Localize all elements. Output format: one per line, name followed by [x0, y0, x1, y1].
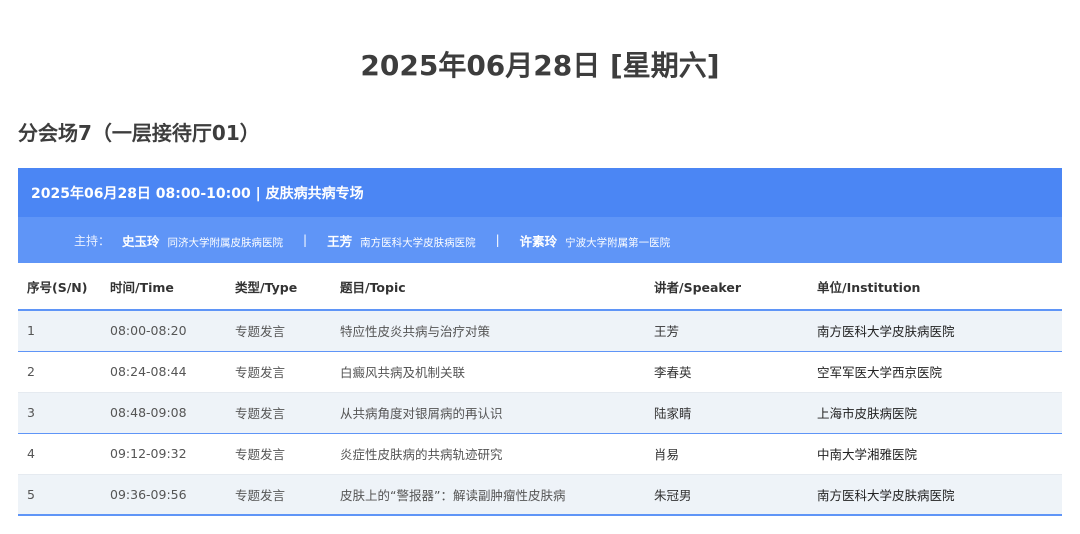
chair-institution: 同济大学附属皮肤病医院	[167, 236, 284, 249]
chairs-bar: 主持： 史玉玲 同济大学附属皮肤病医院 | 王芳 南方医科大学皮肤病医院 | 许…	[18, 217, 1062, 263]
cell-time: 09:36-09:56	[101, 474, 226, 515]
cell-sn: 5	[18, 474, 101, 515]
table-row: 5 09:36-09:56 专题发言 皮肤上的“警报器”：解读副肿瘤性皮肤病 朱…	[18, 474, 1062, 515]
header-sn: 序号(S/N)	[18, 263, 101, 311]
cell-speaker: 朱冠男	[645, 474, 808, 515]
cell-institution: 南方医科大学皮肤病医院	[808, 474, 1062, 515]
chair-1: 史玉玲 同济大学附属皮肤病医院	[122, 231, 283, 250]
cell-institution: 中南大学湘雅医院	[817, 447, 918, 462]
cell-sn: 3	[18, 392, 101, 433]
cell-time: 08:48-09:08	[101, 392, 226, 433]
chair-name: 王芳	[327, 233, 353, 249]
cell-speaker: 李春英	[654, 365, 692, 380]
cell-time: 08:00-08:20	[101, 310, 226, 351]
cell-institution: 南方医科大学皮肤病医院	[808, 310, 1062, 351]
table-header-row: 序号(S/N) 时间/Time 类型/Type 题目/Topic 讲者/Spea…	[18, 263, 1062, 311]
cell-type: 专题发言	[226, 392, 331, 433]
table-row: 1 08:00-08:20 专题发言 特应性皮炎共病与治疗对策 王芳 南方医科大…	[18, 310, 1062, 351]
cell-speaker: 王芳	[645, 310, 808, 351]
cell-type: 专题发言	[226, 310, 331, 351]
chair-separator: |	[303, 233, 308, 247]
chair-3: 许素玲 宁波大学附属第一医院	[520, 231, 671, 250]
session-header: 2025年06月28日 08:00-10:00 | 皮肤病共病专场	[18, 168, 1062, 217]
table-row: 4 09:12-09:32 专题发言 炎症性皮肤病的共病轨迹研究 肖易 中南大学…	[18, 433, 1062, 474]
header-time: 时间/Time	[101, 263, 226, 311]
chair-label: 主持：	[74, 233, 111, 248]
chair-institution: 宁波大学附属第一医院	[565, 236, 671, 249]
header-speaker: 讲者/Speaker	[645, 263, 808, 311]
cell-sn: 1	[18, 310, 101, 351]
cell-topic: 皮肤上的“警报器”：解读副肿瘤性皮肤病	[331, 474, 645, 515]
table-row: 2 08:24-08:44 专题发言 白癜风共病及机制关联 李春英 空军军医大学…	[18, 351, 1062, 392]
cell-type: 专题发言	[235, 447, 286, 462]
header-topic: 题目/Topic	[331, 263, 645, 311]
chair-institution: 南方医科大学皮肤病医院	[360, 236, 476, 249]
schedule-table: 序号(S/N) 时间/Time 类型/Type 题目/Topic 讲者/Spea…	[18, 263, 1062, 516]
cell-topic: 白癜风共病及机制关联	[340, 365, 466, 380]
date-title: 2025年06月28日 [星期六]	[360, 49, 720, 82]
chair-separator: |	[495, 233, 500, 247]
chair-name: 许素玲	[519, 233, 558, 249]
cell-time: 09:12-09:32	[110, 446, 187, 461]
session-block: 2025年06月28日 08:00-10:00 | 皮肤病共病专场 主持： 史玉…	[18, 168, 1062, 516]
cell-type: 专题发言	[235, 365, 286, 380]
venue-title: 分会场7（一层接待厅01）	[18, 121, 260, 145]
header-institution: 单位/Institution	[808, 263, 1062, 311]
cell-type: 专题发言	[226, 474, 331, 515]
cell-topic: 特应性皮炎共病与治疗对策	[331, 310, 645, 351]
chair-name: 史玉玲	[122, 233, 160, 249]
cell-speaker: 肖易	[654, 447, 680, 462]
cell-sn: 2	[27, 364, 35, 379]
cell-topic: 炎症性皮肤病的共病轨迹研究	[340, 447, 503, 462]
cell-sn: 4	[27, 446, 35, 461]
header-type: 类型/Type	[226, 263, 331, 311]
table-row: 3 08:48-09:08 专题发言 从共病角度对银屑病的再认识 陆家睛 上海市…	[18, 392, 1062, 433]
cell-speaker: 陆家睛	[645, 392, 808, 433]
chair-2: 王芳 南方医科大学皮肤病医院	[327, 231, 476, 250]
cell-institution: 上海市皮肤病医院	[808, 392, 1062, 433]
cell-topic: 从共病角度对银屑病的再认识	[331, 392, 645, 433]
cell-time: 08:24-08:44	[110, 364, 187, 379]
cell-institution: 空军军医大学西京医院	[817, 365, 943, 380]
